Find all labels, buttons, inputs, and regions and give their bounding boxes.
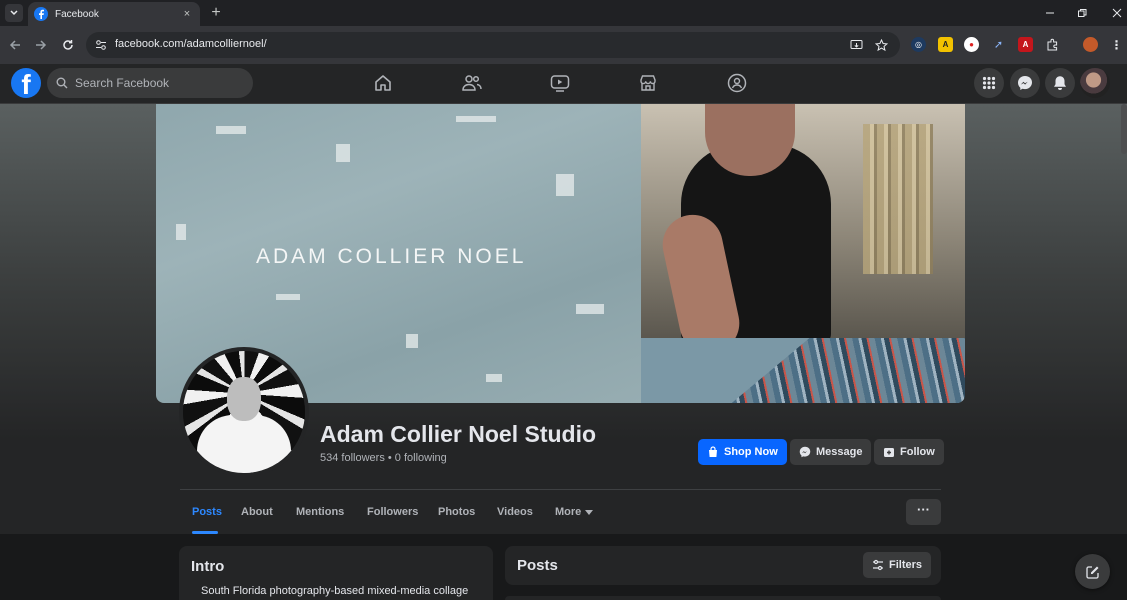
tab-more[interactable]: More xyxy=(555,490,594,534)
install-app-button[interactable] xyxy=(849,38,863,52)
facebook-logo[interactable]: f xyxy=(11,68,41,98)
site-info-button[interactable] xyxy=(94,38,108,52)
nav-home[interactable] xyxy=(372,72,394,94)
message-label: Message xyxy=(816,446,863,458)
store-icon xyxy=(640,75,656,91)
tab-mentions[interactable]: Mentions xyxy=(296,490,344,534)
facebook-logo-letter: f xyxy=(21,69,31,99)
video-icon xyxy=(550,75,570,92)
search-input[interactable]: Search Facebook xyxy=(47,68,253,98)
close-window-button[interactable] xyxy=(1108,4,1126,22)
nav-friends[interactable] xyxy=(461,72,483,94)
shopping-bag-icon xyxy=(709,446,717,457)
page-scrollbar[interactable] xyxy=(1121,104,1127,154)
nav-groups[interactable] xyxy=(726,72,748,94)
bookmark-button[interactable] xyxy=(874,38,888,52)
tab-followers[interactable]: Followers xyxy=(367,490,418,534)
extension-2-icon[interactable]: A xyxy=(938,37,953,52)
url-text: facebook.com/adamcolliernoel/ xyxy=(115,38,267,50)
cover-artist-photo xyxy=(641,104,965,403)
extensions-puzzle-button[interactable] xyxy=(1045,37,1060,52)
account-avatar[interactable] xyxy=(1080,68,1110,98)
grid-menu-icon xyxy=(982,76,996,90)
new-message-button[interactable] xyxy=(1075,554,1110,589)
browser-toolbar: facebook.com/adamcolliernoel/ ◎ A ● ➚ A … xyxy=(0,26,1127,64)
tab-videos[interactable]: Videos xyxy=(497,490,533,534)
groups-icon xyxy=(727,73,747,93)
pdf-extension-icon[interactable]: A xyxy=(1018,37,1033,52)
tab-posts-label: Posts xyxy=(192,506,222,518)
tab-photos[interactable]: Photos xyxy=(438,490,475,534)
messenger-icon xyxy=(799,446,811,458)
tab-more-label: More xyxy=(555,506,582,518)
close-icon xyxy=(1112,8,1122,18)
tab-about[interactable]: About xyxy=(241,490,273,534)
nav-video[interactable] xyxy=(549,72,571,94)
address-bar[interactable]: facebook.com/adamcolliernoel/ xyxy=(86,32,900,58)
intro-title: Intro xyxy=(191,558,225,575)
arrow-left-icon xyxy=(9,40,20,50)
browser-tab-bar: Facebook × + xyxy=(0,0,1127,26)
follow-icon xyxy=(884,448,894,457)
search-placeholder: Search Facebook xyxy=(75,76,170,90)
restore-icon xyxy=(1078,9,1087,17)
facebook-favicon-icon xyxy=(34,7,48,21)
star-icon xyxy=(874,38,888,51)
back-button[interactable] xyxy=(6,36,24,54)
bell-icon xyxy=(1054,76,1066,90)
arrow-right-icon xyxy=(36,40,47,50)
chevron-down-icon xyxy=(10,10,18,16)
home-icon xyxy=(375,75,391,91)
minimize-button[interactable] xyxy=(1041,4,1059,22)
more-options-button[interactable]: ··· xyxy=(906,499,941,525)
follow-button[interactable]: Follow xyxy=(874,439,944,465)
browser-tab[interactable]: Facebook × xyxy=(28,2,200,26)
extension-1-icon[interactable]: ◎ xyxy=(911,37,926,52)
reload-icon xyxy=(63,40,73,50)
intro-bio: South Florida photography-based mixed-me… xyxy=(201,585,469,597)
new-tab-button[interactable]: + xyxy=(207,4,225,22)
tab-search-button[interactable] xyxy=(5,4,23,22)
search-icon xyxy=(56,77,68,89)
intro-card: Intro South Florida photography-based mi… xyxy=(179,546,493,600)
puzzle-icon xyxy=(1047,38,1058,51)
nav-marketplace[interactable] xyxy=(637,72,659,94)
message-button[interactable]: Message xyxy=(790,439,872,465)
menu-button[interactable] xyxy=(974,68,1004,98)
posts-title: Posts xyxy=(517,557,558,574)
messenger-button[interactable] xyxy=(1010,68,1040,98)
filters-button[interactable]: Filters xyxy=(862,552,931,578)
follower-stats[interactable]: 534 followers • 0 following xyxy=(320,452,447,464)
compose-icon xyxy=(1085,565,1099,579)
shop-now-label: Shop Now xyxy=(724,446,778,458)
browser-menu-button[interactable]: ⋮ xyxy=(1109,37,1124,52)
caret-down-icon xyxy=(585,509,594,515)
tab-posts[interactable]: Posts xyxy=(192,490,222,534)
tab-close-button[interactable]: × xyxy=(180,8,194,20)
reload-button[interactable] xyxy=(59,36,77,54)
facebook-header: f Search Facebook xyxy=(0,64,1127,104)
profile-avatar-button[interactable] xyxy=(1083,37,1098,52)
filters-label: Filters xyxy=(888,559,922,571)
rocket-extension-icon[interactable]: ➚ xyxy=(991,37,1006,52)
friends-icon xyxy=(462,75,482,91)
posts-card: Posts Filters xyxy=(505,546,941,585)
post-card-top-edge xyxy=(505,596,941,600)
follow-label: Follow xyxy=(900,446,935,458)
shop-now-button[interactable]: Shop Now xyxy=(698,439,787,465)
minimize-icon xyxy=(1046,12,1054,14)
tune-icon xyxy=(96,40,106,50)
messenger-icon xyxy=(1018,76,1032,90)
cover-title-text: ADAM COLLIER NOEL xyxy=(256,245,527,268)
filter-icon xyxy=(872,559,883,571)
forward-button[interactable] xyxy=(32,36,50,54)
tab-title: Facebook xyxy=(55,8,99,20)
notifications-button[interactable] xyxy=(1045,68,1075,98)
pokeball-extension-icon[interactable]: ● xyxy=(964,37,979,52)
profile-picture[interactable] xyxy=(179,347,309,477)
restore-button[interactable] xyxy=(1073,4,1091,22)
page-title: Adam Collier Noel Studio xyxy=(320,421,597,447)
install-icon xyxy=(850,40,862,49)
